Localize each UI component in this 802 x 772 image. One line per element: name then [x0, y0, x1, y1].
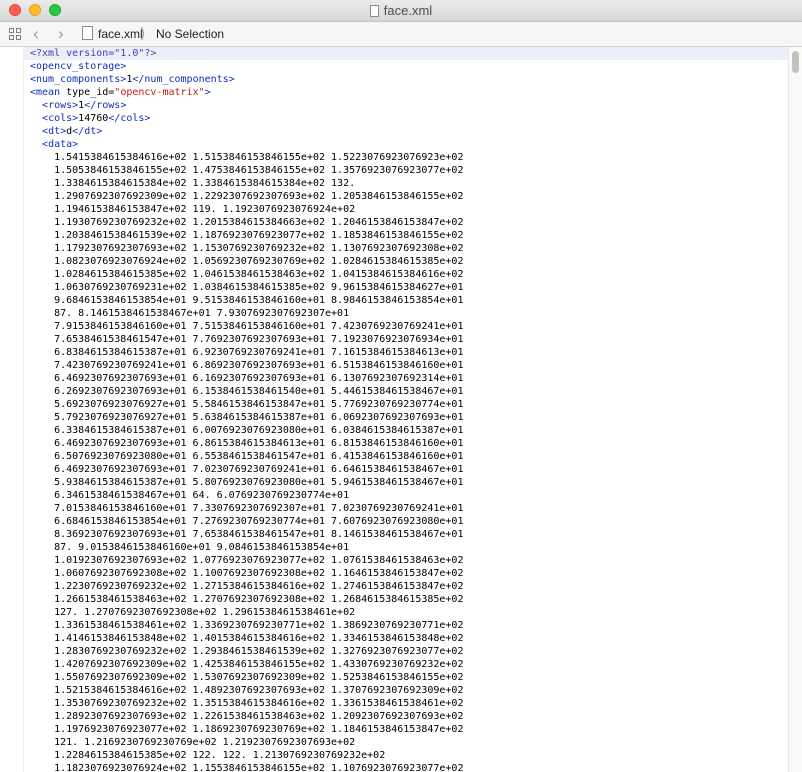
data-line: 6.8384615384615387e+01 6.923076923076924… [30, 347, 464, 358]
code-line: <data> [24, 138, 788, 151]
data-line: 1.1930769230769232e+02 1.201538461538466… [30, 217, 464, 228]
data-line: 1.3384615384615384e+02 1.338461538461538… [30, 178, 356, 189]
code-token: <opencv_storage> [30, 61, 127, 72]
data-line: 127. 1.2707692307692308e+02 1.2961538461… [30, 607, 356, 618]
code-token: </dt> [72, 126, 103, 137]
related-items-grid-icon[interactable] [9, 28, 22, 41]
jump-bar-selection[interactable]: No Selection [156, 27, 224, 41]
code-token: </rows> [84, 100, 127, 111]
data-line: 1.1976923076923077e+02 1.186923076923076… [30, 724, 464, 735]
data-line: 6.6846153846153854e+01 7.276923076923077… [30, 516, 464, 527]
data-line: 1.0607692307692308e+02 1.100769230769230… [30, 568, 464, 579]
jump-bar: ‹ › face.xml ⟩ No Selection [0, 22, 802, 47]
window-title-text: face.xml [383, 3, 433, 18]
data-line: 1.0630769230769231e+02 1.038461538461538… [30, 282, 464, 293]
code-token: <rows> [42, 100, 79, 111]
scrollbar-thumb[interactable] [792, 51, 799, 73]
data-line: 1.5215384615384616e+02 1.489230769230769… [30, 685, 464, 696]
data-line: 1.2661538461538463e+02 1.270769230769230… [30, 594, 464, 605]
data-line: 6.2692307692307693e+01 6.153846153846154… [30, 386, 464, 397]
data-line: 5.9384615384615387e+01 5.807692307692308… [30, 477, 464, 488]
data-line: 1.1946153846153847e+02 119. 1.1923076923… [30, 204, 356, 215]
code-token: <dt> [42, 126, 67, 137]
breadcrumb-separator-icon: ⟩ [140, 25, 146, 41]
data-line: 1.3361538461538461e+02 1.336923076923077… [30, 620, 464, 631]
data-line: 1.5053846153846155e+02 1.475384615384615… [30, 165, 464, 176]
code-line: <num_components>1</num_components> [24, 73, 788, 86]
data-line: 1.4146153846153848e+02 1.401538461538461… [30, 633, 464, 644]
code-token: "opencv-matrix" [114, 87, 205, 98]
file-icon [82, 26, 93, 40]
code-token: <mean [30, 87, 67, 98]
data-line: 1.4207692307692309e+02 1.425384615384615… [30, 659, 464, 670]
chevron-right-icon[interactable]: › [58, 24, 64, 44]
code-token: <?xml version="1.0"?> [30, 48, 157, 59]
data-line: 87. 8.1461538461538467e+01 7.93076923076… [30, 308, 350, 319]
data-line: 1.2038461538461539e+02 1.187692307692307… [30, 230, 464, 241]
code-line: <mean type_id="opencv-matrix"> [24, 86, 788, 99]
data-line: 5.7923076923076927e+01 5.638461538461538… [30, 412, 464, 423]
line-gutter [0, 47, 24, 772]
data-line: 7.4230769230769241e+01 6.869230769230769… [30, 360, 464, 371]
code-editor[interactable]: <?xml version="1.0"?> <opencv_storage> <nu… [24, 47, 788, 772]
data-line: 1.0192307692307693e+02 1.077692307692307… [30, 555, 464, 566]
data-line: 5.6923076923076927e+01 5.584615384615384… [30, 399, 464, 410]
document-icon [369, 5, 379, 17]
code-line: <?xml version="1.0"?> [24, 47, 788, 60]
chevron-left-icon[interactable]: ‹ [33, 24, 39, 44]
data-line: 1.0823076923076924e+02 1.056923076923076… [30, 256, 464, 267]
data-line: 9.6846153846153854e+01 9.515384615384616… [30, 295, 464, 306]
code-token: <data> [42, 139, 79, 150]
data-line: 6.3384615384615387e+01 6.007692307692308… [30, 425, 464, 436]
data-line: 1.1823076923076924e+02 1.155384615384615… [30, 763, 464, 772]
data-line: 7.0153846153846160e+01 7.330769230769230… [30, 503, 464, 514]
data-line: 6.4692307692307693e+01 6.169230769230769… [30, 373, 464, 384]
data-line: 1.2907692307692309e+02 1.229230769230769… [30, 191, 464, 202]
code-token: </num_components> [132, 74, 235, 85]
data-line: 1.1792307692307693e+02 1.153076923076923… [30, 243, 464, 254]
data-line: 87. 9.0153846153846160e+01 9.08461538461… [30, 542, 350, 553]
window-title: face.xml [0, 3, 802, 18]
code-token: <cols> [42, 113, 79, 124]
code-token: <num_components> [30, 74, 127, 85]
title-bar: face.xml [0, 0, 802, 22]
data-line: 1.3530769230769232e+02 1.351538461538461… [30, 698, 464, 709]
data-line: 1.5507692307692309e+02 1.530769230769230… [30, 672, 464, 683]
data-line: 121. 1.2169230769230769e+02 1.2192307692… [30, 737, 356, 748]
data-line: 8.3692307692307693e+01 7.653846153846154… [30, 529, 464, 540]
vertical-scrollbar[interactable] [788, 47, 802, 772]
code-token: 14760 [78, 113, 109, 124]
data-line: 6.5076923076923080e+01 6.553846153846154… [30, 451, 464, 462]
data-line: 1.0284615384615385e+02 1.046153846153846… [30, 269, 464, 280]
code-line: <cols>14760</cols> [24, 112, 788, 125]
jump-bar-file[interactable]: face.xml [98, 27, 143, 41]
data-line: 1.2230769230769232e+02 1.271538461538461… [30, 581, 464, 592]
code-token: type_id= [66, 87, 115, 98]
code-line: <rows>1</rows> [24, 99, 788, 112]
data-line: 7.6538461538461547e+01 7.769230769230769… [30, 334, 464, 345]
data-line: 1.2830769230769232e+02 1.293846153846153… [30, 646, 464, 657]
code-line: <opencv_storage> [24, 60, 788, 73]
data-line: 7.9153846153846160e+01 7.515384615384616… [30, 321, 464, 332]
data-line: 1.2892307692307693e+02 1.226153846153846… [30, 711, 464, 722]
data-line: 6.4692307692307693e+01 6.861538461538461… [30, 438, 464, 449]
data-line: 6.4692307692307693e+01 7.023076923076924… [30, 464, 464, 475]
code-token: > [204, 87, 211, 98]
data-line: 1.2284615384615385e+02 122. 122. 1.21307… [30, 750, 386, 761]
code-line: <dt>d</dt> [24, 125, 788, 138]
code-token: </cols> [108, 113, 151, 124]
data-line: 1.5415384615384616e+02 1.515384615384615… [30, 152, 464, 163]
data-line: 6.3461538461538467e+01 64. 6.07692307692… [30, 490, 350, 501]
